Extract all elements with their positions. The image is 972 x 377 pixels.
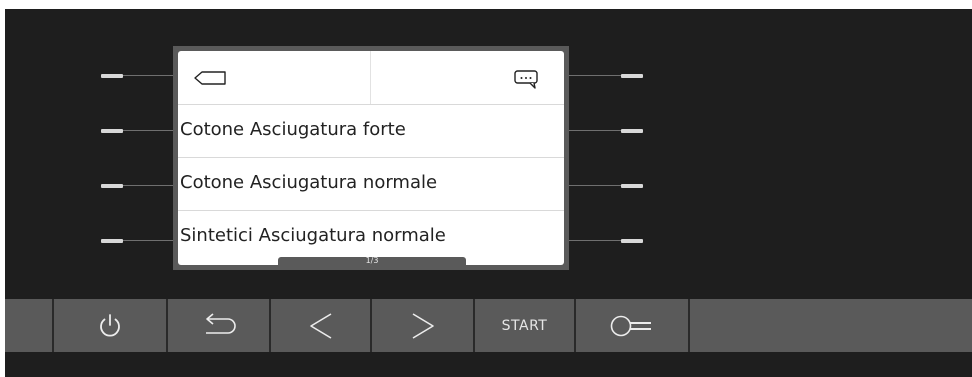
start-label: START — [501, 317, 548, 334]
key-separator — [688, 299, 690, 352]
speech-bubble-icon[interactable] — [514, 70, 540, 90]
program-row-label: Cotone Asciugatura forte — [180, 119, 406, 140]
key-lock-icon — [610, 315, 651, 336]
power-icon — [100, 313, 120, 337]
program-row-label: Cotone Asciugatura normale — [180, 172, 438, 193]
side-line-right-4 — [569, 240, 621, 241]
side-button-right-3[interactable] — [621, 184, 643, 188]
program-row-2[interactable]: Cotone Asciugatura normale — [178, 157, 564, 210]
side-button-right-2[interactable] — [621, 129, 643, 133]
previous-button[interactable] — [271, 299, 370, 352]
back-button[interactable] — [168, 299, 269, 352]
side-button-left-1[interactable] — [101, 74, 123, 78]
next-button[interactable] — [372, 299, 473, 352]
side-line-left-3 — [123, 185, 173, 186]
program-row-1[interactable]: Cotone Asciugatura forte — [178, 104, 564, 157]
side-line-left-1 — [123, 75, 173, 76]
side-button-right-1[interactable] — [621, 74, 643, 78]
side-line-left-2 — [123, 130, 173, 131]
program-row-label: Sintetici Asciugatura normale — [180, 225, 446, 246]
chevron-right-icon — [412, 312, 434, 339]
return-arrow-icon — [205, 312, 236, 334]
back-tag-icon[interactable] — [194, 71, 226, 85]
page-indicator-text: 1/3 — [365, 256, 379, 265]
side-button-left-2[interactable] — [101, 129, 123, 133]
side-button-left-4[interactable] — [101, 239, 123, 243]
display-screen: Cotone Asciugatura forte Cotone Asciugat… — [178, 51, 564, 265]
side-line-right-2 — [569, 130, 621, 131]
start-button[interactable]: START — [475, 299, 574, 352]
side-line-left-4 — [123, 240, 173, 241]
side-line-right-3 — [569, 185, 621, 186]
lock-button[interactable] — [576, 299, 688, 352]
display-frame: Cotone Asciugatura forte Cotone Asciugat… — [173, 46, 569, 270]
top-bar-divider — [370, 51, 371, 104]
side-line-right-1 — [569, 75, 621, 76]
power-button[interactable] — [54, 299, 166, 352]
side-button-left-3[interactable] — [101, 184, 123, 188]
screen-top-bar — [178, 51, 564, 104]
side-button-right-4[interactable] — [621, 239, 643, 243]
page-indicator: 1/3 — [278, 256, 466, 265]
chevron-left-icon — [309, 312, 331, 339]
